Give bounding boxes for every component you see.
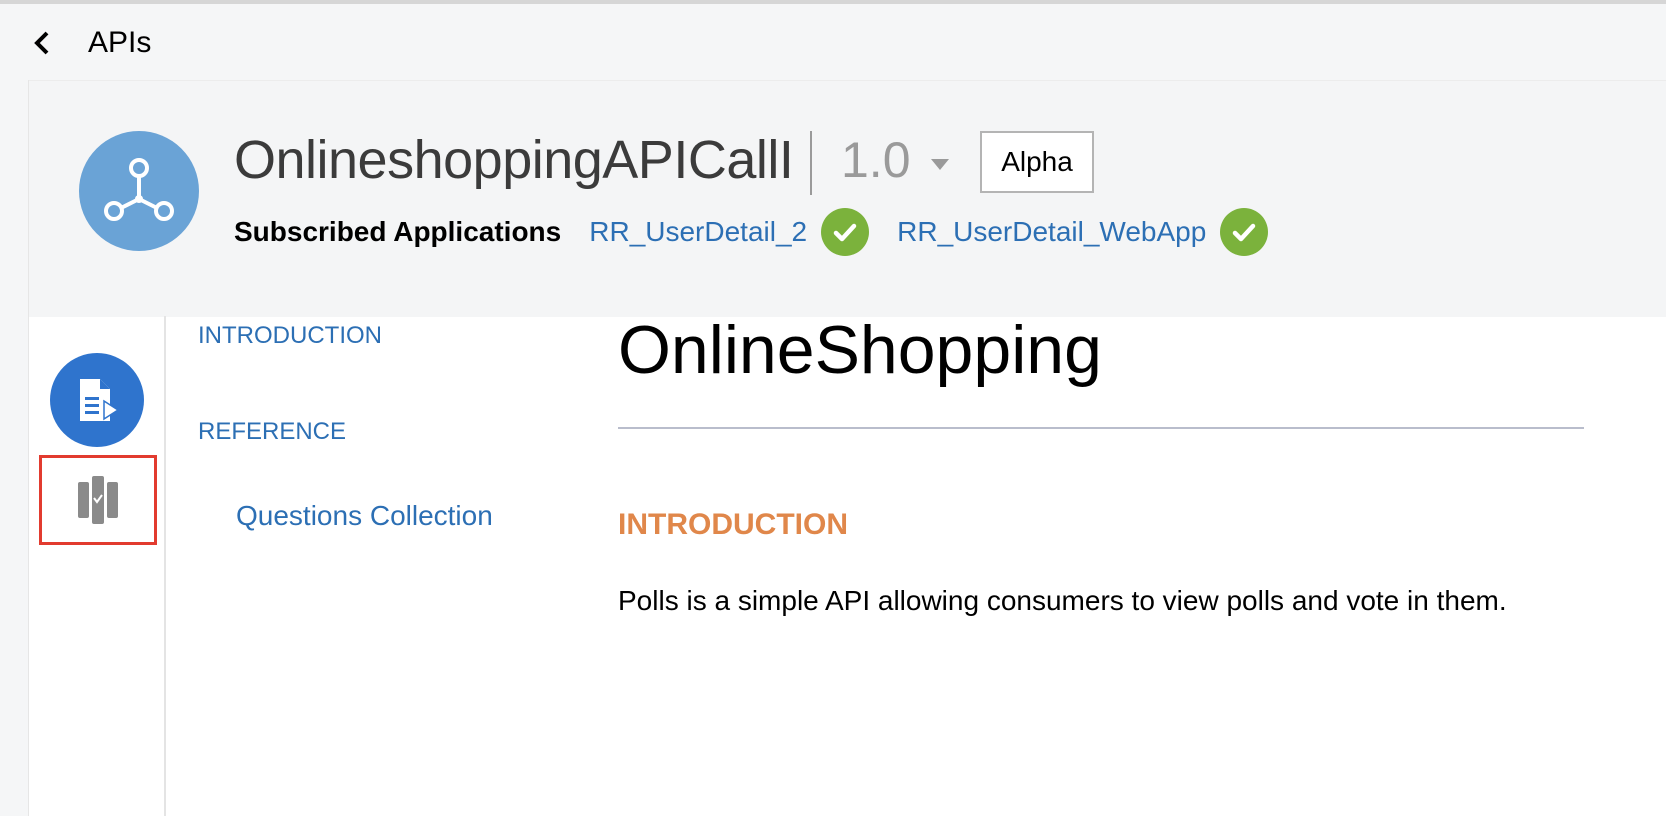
check-circle-icon bbox=[821, 208, 870, 256]
subscribed-applications: Subscribed Applications RR_UserDetail_2 … bbox=[234, 207, 1296, 257]
subscribed-app-link[interactable]: RR_UserDetail_WebApp bbox=[897, 208, 1269, 256]
subscribed-app-link[interactable]: RR_UserDetail_2 bbox=[589, 208, 870, 256]
top-border bbox=[0, 0, 1666, 4]
subscribed-applications-label: Subscribed Applications bbox=[234, 216, 562, 247]
toc-introduction-link[interactable]: INTRODUCTION bbox=[198, 322, 382, 350]
side-rail bbox=[29, 316, 166, 816]
back-to-apis-link[interactable]: APIs bbox=[30, 22, 151, 64]
test-console-icon[interactable] bbox=[39, 455, 157, 545]
back-label[interactable]: APIs bbox=[88, 26, 151, 60]
api-name: OnlineshoppingAPICallI bbox=[234, 130, 794, 190]
api-network-icon bbox=[79, 131, 199, 251]
chevron-left-icon[interactable] bbox=[30, 31, 54, 55]
check-circle-icon bbox=[1220, 208, 1269, 256]
api-detail-panel: OnlineshoppingAPICallI 1.0 Alpha Subscri… bbox=[28, 80, 1666, 816]
title-divider bbox=[810, 131, 812, 195]
toc-questions-collection-link[interactable]: Questions Collection bbox=[236, 500, 493, 532]
version-dropdown[interactable]: 1.0 bbox=[841, 129, 949, 191]
stage-badge: Alpha bbox=[980, 131, 1094, 193]
caret-down-icon[interactable] bbox=[930, 158, 949, 170]
toc-reference-link[interactable]: REFERENCE bbox=[198, 418, 346, 446]
api-header: OnlineshoppingAPICallI 1.0 Alpha Subscri… bbox=[29, 80, 1666, 317]
documentation-icon[interactable] bbox=[50, 353, 144, 447]
title-divider-rule bbox=[618, 427, 1584, 429]
doc-title: OnlineShopping bbox=[618, 312, 1102, 388]
intro-paragraph: Polls is a simple API allowing consumers… bbox=[618, 585, 1507, 616]
section-heading: INTRODUCTION bbox=[618, 508, 848, 541]
version-value[interactable]: 1.0 bbox=[841, 131, 911, 189]
subscribed-app-name[interactable]: RR_UserDetail_2 bbox=[589, 216, 807, 248]
subscribed-app-name[interactable]: RR_UserDetail_WebApp bbox=[897, 216, 1206, 248]
